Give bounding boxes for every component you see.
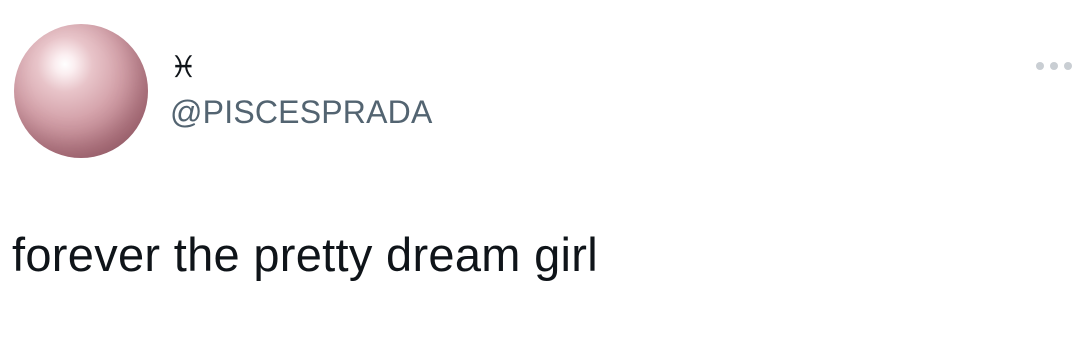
tweet-text: forever the pretty dream girl xyxy=(12,228,598,281)
user-handle[interactable]: @PISCESPRADA xyxy=(170,92,433,132)
tweet-header: ♓︎ @PISCESPRADA xyxy=(170,48,433,132)
tweet-card: ♓︎ @PISCESPRADA forever the pretty dream… xyxy=(0,0,1080,359)
more-horizontal-icon xyxy=(1050,62,1058,70)
avatar[interactable] xyxy=(14,24,148,158)
more-horizontal-icon xyxy=(1036,62,1044,70)
more-options-button[interactable] xyxy=(1036,62,1072,70)
more-horizontal-icon xyxy=(1064,62,1072,70)
display-name[interactable]: ♓︎ xyxy=(170,48,433,88)
